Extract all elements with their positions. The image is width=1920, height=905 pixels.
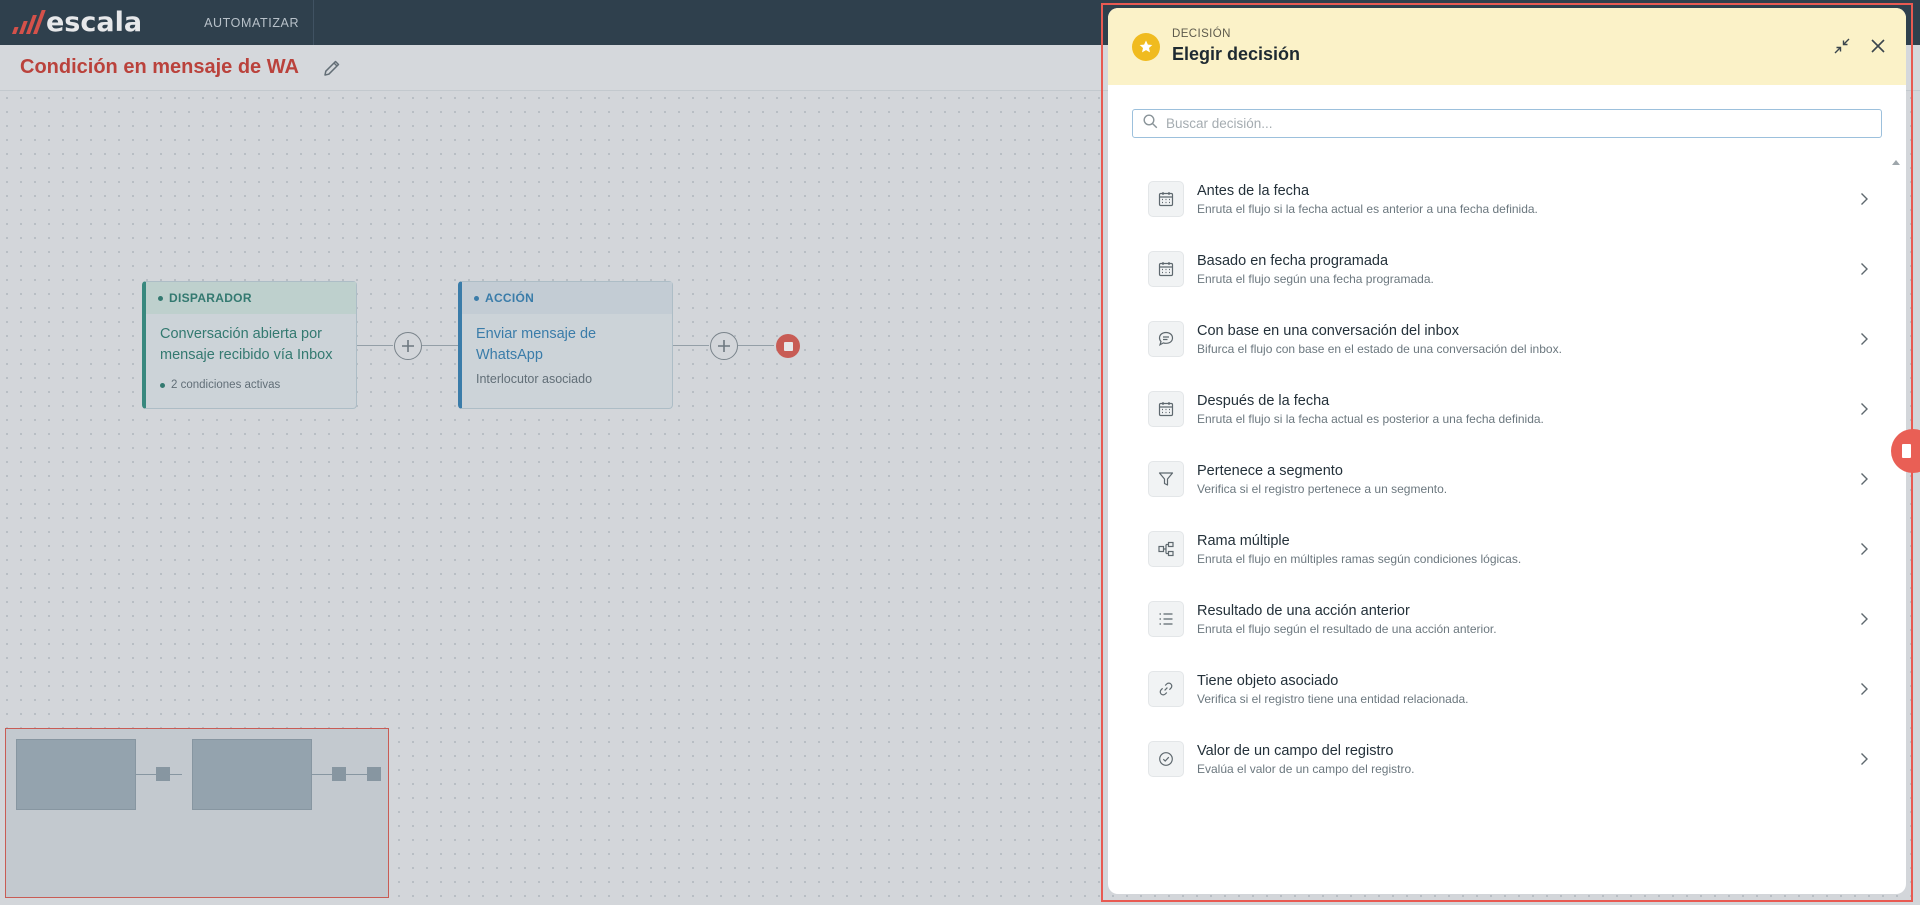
decision-item-description: Bifurca el flujo con base en el estado d… <box>1197 341 1562 356</box>
collapse-icon[interactable] <box>1832 36 1852 56</box>
drawer-eyebrow: DECISIÓN <box>1172 28 1231 40</box>
decision-item-title: Pertenece a segmento <box>1197 462 1343 479</box>
decision-item-title: Tiene objeto asociado <box>1197 672 1339 689</box>
decision-item-title: Después de la fecha <box>1197 392 1330 409</box>
chevron-right-icon <box>1856 261 1872 277</box>
decision-item[interactable]: Valor de un campo del registro Evalúa el … <box>1108 724 1906 794</box>
chevron-right-icon <box>1856 541 1872 557</box>
close-icon[interactable] <box>1868 36 1888 56</box>
decision-item[interactable]: Antes de la fecha Enruta el flujo si la f… <box>1108 164 1906 234</box>
calendar-icon <box>1148 391 1184 427</box>
decision-item-description: Evalúa el valor de un campo del registro… <box>1197 761 1415 776</box>
filter-icon <box>1148 461 1184 497</box>
check-circle-icon <box>1148 741 1184 777</box>
decision-item-description: Enruta el flujo según el resultado de un… <box>1197 621 1497 636</box>
decision-item-title: Resultado de una acción anterior <box>1197 602 1410 619</box>
chevron-right-icon <box>1856 331 1872 347</box>
decision-item-description: Enruta el flujo en múltiples ramas según… <box>1197 551 1522 566</box>
decision-item[interactable]: Resultado de una acción anterior Enruta e… <box>1108 584 1906 654</box>
drawer-title: Elegir decisión <box>1172 44 1301 64</box>
search-box[interactable] <box>1132 109 1882 138</box>
decision-item-description: Enruta el flujo si la fecha actual es po… <box>1197 411 1544 426</box>
list-icon <box>1148 601 1184 637</box>
decision-list: Antes de la fecha Enruta el flujo si la f… <box>1108 160 1906 794</box>
decision-drawer: DECISIÓN Elegir decisión Antes de la fec… <box>1108 8 1906 894</box>
branch-icon <box>1148 531 1184 567</box>
search-icon <box>1143 113 1158 134</box>
chevron-right-icon <box>1856 611 1872 627</box>
calendar-icon <box>1148 181 1184 217</box>
decision-item-title: Antes de la fecha <box>1197 182 1310 199</box>
scroll-up-arrow-icon[interactable] <box>1892 160 1900 165</box>
decision-item[interactable]: Rama múltiple Enruta el flujo en múltiple… <box>1108 514 1906 584</box>
book-icon <box>1902 444 1911 458</box>
decision-item-description: Enruta el flujo según una fecha programa… <box>1197 271 1434 286</box>
decision-item[interactable]: Tiene objeto asociado Verifica si el regi… <box>1108 654 1906 724</box>
link-icon <box>1148 671 1184 707</box>
decision-item[interactable]: Con base en una conversación del inbox Bi… <box>1108 304 1906 374</box>
drawer-header: DECISIÓN Elegir decisión <box>1108 8 1906 85</box>
chat-icon <box>1148 321 1184 357</box>
decision-item-title: Valor de un campo del registro <box>1197 742 1394 759</box>
chevron-right-icon <box>1856 751 1872 767</box>
search-input[interactable] <box>1166 116 1846 131</box>
chevron-right-icon <box>1856 681 1872 697</box>
decision-item-title: Rama múltiple <box>1197 532 1290 549</box>
decision-item-description: Verifica si el registro pertenece a un s… <box>1197 481 1448 496</box>
decision-item[interactable]: Basado en fecha programada Enruta el fluj… <box>1108 234 1906 304</box>
chevron-right-icon <box>1856 401 1872 417</box>
decision-item-description: Verifica si el registro tiene una entida… <box>1197 691 1469 706</box>
star-icon <box>1132 32 1160 61</box>
decision-item-title: Con base en una conversación del inbox <box>1197 322 1459 339</box>
calendar-icon <box>1148 251 1184 287</box>
chevron-right-icon <box>1856 471 1872 487</box>
decision-item-title: Basado en fecha programada <box>1197 252 1389 269</box>
decision-item[interactable]: Pertenece a segmento Verifica si el regis… <box>1108 444 1906 514</box>
chevron-right-icon <box>1856 191 1872 207</box>
decision-item-description: Enruta el flujo si la fecha actual es an… <box>1197 201 1538 216</box>
decision-item[interactable]: Después de la fecha Enruta el flujo si la… <box>1108 374 1906 444</box>
